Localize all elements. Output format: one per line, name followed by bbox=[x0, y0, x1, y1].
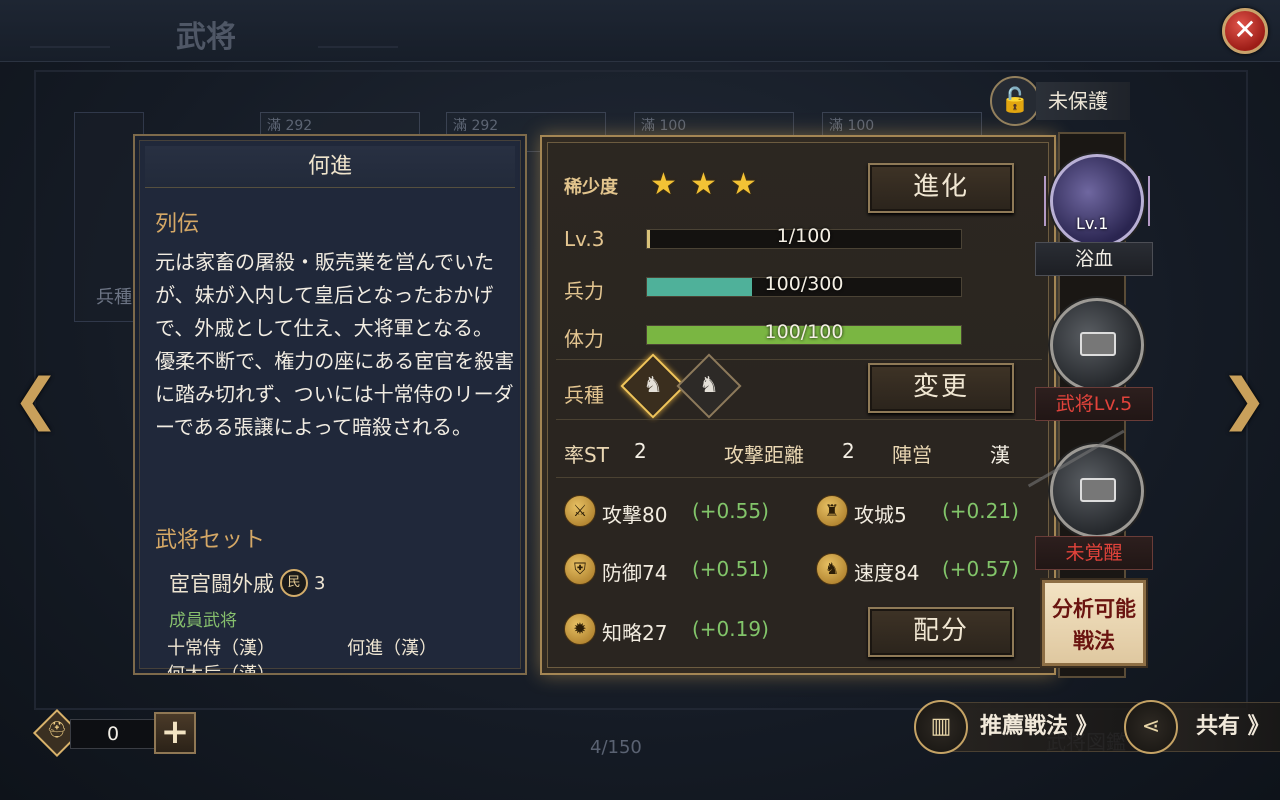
shield-icon: ⛨ bbox=[564, 553, 596, 585]
stamina-text: 100/100 bbox=[764, 321, 844, 343]
star-icon: ★ bbox=[730, 167, 757, 202]
rarity-label: 稀少度 bbox=[564, 177, 618, 198]
biography-heading: 列伝 bbox=[155, 212, 200, 237]
intelligence-value: 知略27 bbox=[602, 621, 668, 645]
ornament-right bbox=[318, 18, 398, 48]
biography-panel: 何進 列伝 元は家畜の屠殺・販売業を営んでいたが、妹が入内して皇后となったおかげ… bbox=[133, 134, 527, 675]
level-label: Lv.3 bbox=[564, 227, 605, 251]
book-icon[interactable]: ▥ bbox=[914, 700, 968, 754]
general-name: 何進 bbox=[145, 146, 515, 188]
defense-bonus: (+0.51) bbox=[692, 557, 769, 581]
troops-text: 100/300 bbox=[764, 273, 844, 295]
cost-label: 率ST bbox=[564, 443, 609, 467]
intelligence-bonus: (+0.19) bbox=[692, 617, 769, 641]
next-arrow-icon[interactable]: ❯ bbox=[1214, 370, 1274, 430]
sword-icon: ⚔ bbox=[564, 495, 596, 527]
faction-value: 漢 bbox=[990, 443, 1010, 467]
add-currency-button[interactable]: + bbox=[154, 712, 196, 754]
ornament-left bbox=[30, 18, 110, 48]
speed-bonus: (+0.57) bbox=[942, 557, 1019, 581]
skill-unlock-requirement[interactable]: 武将Lv.5 bbox=[1035, 387, 1153, 421]
star-icon: ★ bbox=[690, 167, 717, 202]
set-row: 宦官闘外戚 民 3 bbox=[169, 568, 325, 598]
background-card-label: 兵種 bbox=[96, 287, 132, 308]
range-label: 攻撃距離 bbox=[724, 443, 804, 467]
lock-status[interactable]: 未保護 bbox=[1036, 82, 1130, 120]
faction-label: 陣営 bbox=[892, 443, 932, 467]
attack-bonus: (+0.55) bbox=[692, 499, 769, 523]
divider bbox=[556, 419, 1042, 420]
skill-slot-1[interactable] bbox=[1050, 154, 1144, 248]
evolve-button[interactable]: 進化 bbox=[868, 163, 1014, 213]
armored-horse-icon: ♞ bbox=[699, 373, 719, 398]
share-icon[interactable]: ⋖ bbox=[1124, 700, 1178, 754]
flame-icon: ✹ bbox=[564, 613, 596, 645]
locked-anvil-icon bbox=[1080, 332, 1116, 356]
set-name: 宦官闘外戚 bbox=[169, 572, 274, 596]
siege-bonus: (+0.21) bbox=[942, 499, 1019, 523]
divider bbox=[556, 477, 1042, 478]
set-count: 3 bbox=[314, 572, 326, 594]
currency-value: 0 bbox=[70, 719, 156, 749]
set-heading: 武将セット bbox=[155, 528, 266, 553]
analyze-label: 分析可能 戦法 bbox=[1052, 597, 1136, 653]
members-heading: 成員武将 bbox=[169, 611, 237, 631]
screen-title: 武将 bbox=[176, 20, 236, 55]
horse-icon: ♞ bbox=[643, 373, 663, 398]
range-value: 2 bbox=[842, 439, 855, 463]
stats-panel: 稀少度 ★ ★ ★ 進化 Lv.3 1/100 兵力 100/300 体力 100/… bbox=[540, 135, 1056, 675]
unit-label: 兵種 bbox=[564, 383, 604, 407]
exp-text: 1/100 bbox=[776, 225, 832, 247]
siege-value: 攻城5 bbox=[854, 503, 907, 527]
skill-name[interactable]: 浴血 bbox=[1035, 242, 1153, 276]
helmet-icon: ⛑ bbox=[46, 720, 68, 739]
cost-value: 2 bbox=[634, 439, 647, 463]
change-button[interactable]: 変更 bbox=[868, 363, 1014, 413]
set-badge-icon: 民 bbox=[280, 569, 308, 597]
awaken-status[interactable]: 未覚醒 bbox=[1035, 536, 1153, 570]
analyze-skills-button[interactable]: 分析可能 戦法 bbox=[1042, 580, 1146, 666]
skill-level: Lv.1 bbox=[1076, 214, 1109, 233]
prev-arrow-icon[interactable]: ❮ bbox=[6, 370, 66, 430]
lock-icon[interactable]: 🔓 bbox=[990, 76, 1040, 126]
castle-icon: ♜ bbox=[816, 495, 848, 527]
biography-text: 元は家畜の屠殺・販売業を営んでいたが、妹が入内して皇后となったおかげで、外戚とし… bbox=[155, 250, 515, 439]
divider bbox=[556, 359, 1042, 360]
star-icon: ★ bbox=[650, 167, 677, 202]
attack-value: 攻撃80 bbox=[602, 503, 668, 527]
close-icon[interactable]: ✕ bbox=[1222, 8, 1268, 54]
page-counter: 4/150 bbox=[590, 737, 642, 758]
member-item: 何太后（漢） bbox=[167, 664, 275, 675]
troops-label: 兵力 bbox=[564, 279, 604, 303]
stamina-label: 体力 bbox=[564, 327, 604, 351]
member-item: 何進（漢） bbox=[347, 638, 437, 659]
horse-icon: ♞ bbox=[816, 553, 848, 585]
allocate-button[interactable]: 配分 bbox=[868, 607, 1014, 657]
member-item: 十常侍（漢） bbox=[167, 638, 275, 659]
recommend-skills-button[interactable]: 推薦戦法 》 bbox=[940, 702, 1140, 752]
defense-value: 防御74 bbox=[602, 561, 668, 585]
speed-value: 速度84 bbox=[854, 561, 920, 585]
top-bar: 武将 bbox=[0, 0, 1280, 62]
